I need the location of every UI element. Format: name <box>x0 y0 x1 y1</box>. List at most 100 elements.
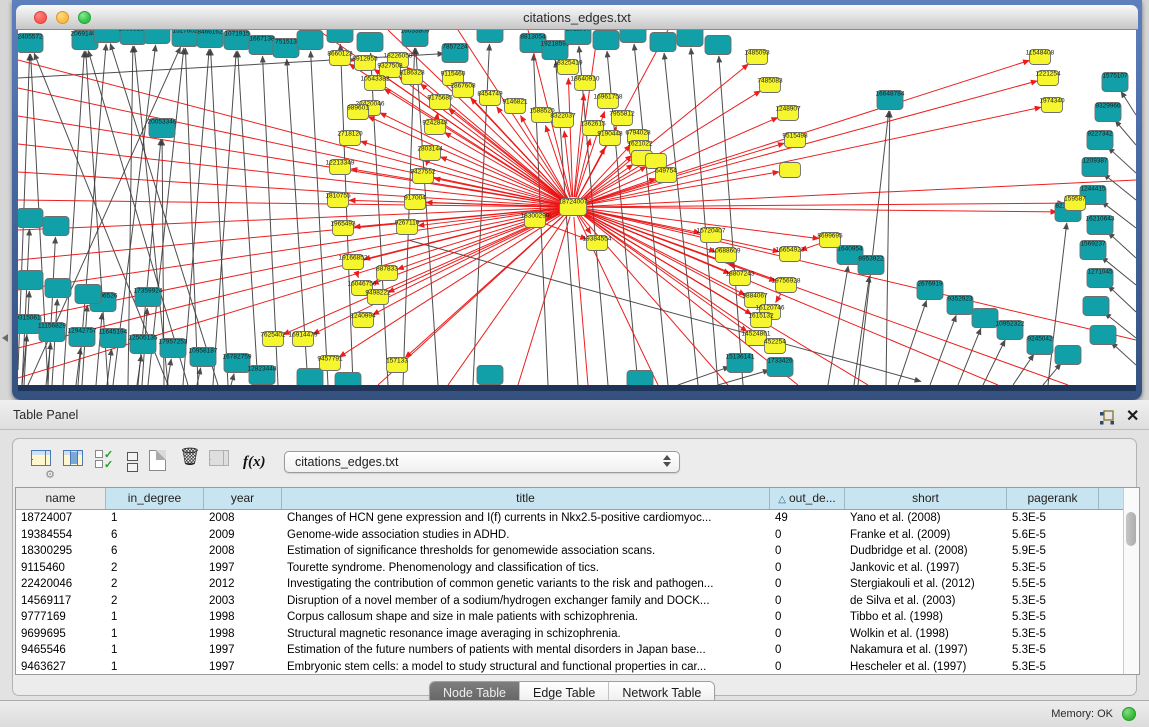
network-node[interactable]: 10958187 <box>189 348 218 367</box>
table-cell[interactable]: Estimation of significance thresholds fo… <box>282 543 770 560</box>
network-node[interactable]: 1248907 <box>775 106 801 121</box>
network-node[interactable]: 18300295 <box>521 213 550 228</box>
table-cell[interactable]: Structural magnetic resonance image aver… <box>282 626 770 643</box>
network-node[interactable] <box>144 30 170 44</box>
network-node[interactable]: 649754 <box>655 168 677 183</box>
network-node[interactable]: 9146821 <box>502 99 528 114</box>
network-node[interactable]: 157133 <box>386 358 408 373</box>
network-node[interactable] <box>297 369 323 386</box>
table-cell[interactable]: Genome-wide association studies in ADHD. <box>282 527 770 544</box>
network-node[interactable]: 9267110 <box>395 220 420 235</box>
network-node[interactable]: 8454749 <box>477 91 503 106</box>
table-cell[interactable]: Yano et al. (2008) <box>845 510 1007 527</box>
network-node[interactable] <box>327 30 353 43</box>
table-select-dropdown[interactable]: citations_edges.txt <box>284 451 680 473</box>
network-node[interactable]: 1965493 <box>330 221 356 236</box>
network-node[interactable] <box>18 209 43 228</box>
table-cell[interactable]: 1998 <box>204 609 282 626</box>
network-node[interactable]: 10688609 <box>712 248 741 263</box>
table-cell[interactable]: 2009 <box>204 527 282 544</box>
table-cell[interactable]: Hescheler et al. (1997) <box>845 659 1007 676</box>
table-cell[interactable]: 9115460 <box>16 560 106 577</box>
table-cell[interactable]: 2003 <box>204 593 282 610</box>
table-cell[interactable]: 5.3E-5 <box>1007 609 1099 626</box>
network-node[interactable]: 17359924 <box>134 288 163 307</box>
table-cell[interactable]: 1997 <box>204 659 282 676</box>
table-cell[interactable]: Tibbo et al. (1998) <box>845 609 1007 626</box>
table-cell[interactable]: 5.3E-5 <box>1007 659 1099 676</box>
function-builder-icon[interactable]: f(x) <box>243 453 266 479</box>
network-node[interactable]: 9245042 <box>1027 336 1053 355</box>
network-node[interactable]: 8186328 <box>399 70 425 85</box>
network-node[interactable]: 11548408 <box>1026 50 1055 65</box>
network-node[interactable] <box>1090 326 1116 345</box>
table-row[interactable]: 946362711997Embryonic stem cells: a mode… <box>16 659 1139 676</box>
table-cell[interactable]: Jankovic et al. (1997) <box>845 560 1007 577</box>
network-node[interactable]: 8660123 <box>327 51 353 66</box>
row-height-icon[interactable] <box>127 452 138 478</box>
network-node[interactable]: 1221254 <box>1035 71 1061 86</box>
network-node[interactable]: 9352923 <box>947 296 973 315</box>
network-node[interactable]: 1733426 <box>767 358 793 377</box>
network-node[interactable]: 8699695 <box>817 233 843 248</box>
network-node[interactable]: 9190448 <box>597 131 623 146</box>
table-cell[interactable]: Corpus callosum shape and size in male p… <box>282 609 770 626</box>
network-node[interactable]: 12823448 <box>248 366 277 385</box>
network-node[interactable]: 1527602 <box>172 30 198 47</box>
memory-ok-indicator-icon[interactable] <box>1122 707 1136 721</box>
network-node[interactable] <box>677 30 703 47</box>
table-row[interactable]: 977716911998Corpus callosum shape and si… <box>16 609 1139 626</box>
table-cell[interactable]: Franke et al. (2009) <box>845 527 1007 544</box>
network-node[interactable]: 9427552 <box>410 169 436 184</box>
table-cell[interactable]: 0 <box>770 626 845 643</box>
network-node[interactable]: 2867608 <box>450 83 476 98</box>
column-header-name[interactable]: name <box>16 488 106 509</box>
table-cell[interactable]: 1 <box>106 609 204 626</box>
network-node[interactable]: 16210643 <box>1086 216 1115 235</box>
network-node[interactable]: 16914479 <box>289 332 318 347</box>
network-node[interactable] <box>593 31 619 50</box>
table-cell[interactable]: 6 <box>106 527 204 544</box>
network-node[interactable]: 15136141 <box>726 354 755 373</box>
network-node[interactable]: 9329966 <box>1095 103 1121 122</box>
column-header-outde[interactable]: △out_de... <box>770 488 845 509</box>
network-node[interactable]: 7955812 <box>609 111 635 126</box>
network-node[interactable]: 887833 <box>376 266 398 281</box>
table-cell[interactable]: 1997 <box>204 642 282 659</box>
network-graph[interactable]: 1872400724055722069140610653257152760284… <box>18 30 1136 385</box>
network-node[interactable] <box>620 30 646 43</box>
network-node[interactable]: 2803144 <box>417 146 443 161</box>
network-node[interactable] <box>357 33 383 52</box>
table-cell[interactable]: Estimation of the future numbers of pati… <box>282 642 770 659</box>
table-cell[interactable]: 2 <box>106 576 204 593</box>
network-node[interactable] <box>43 217 69 236</box>
network-node[interactable]: 18724007 <box>559 199 588 216</box>
table-settings-icon[interactable]: ⚙ <box>31 450 51 476</box>
network-node[interactable]: 19166852 <box>339 255 368 270</box>
table-cell[interactable]: Embryonic stem cells: a model to study s… <box>282 659 770 676</box>
network-node[interactable]: 1810755 <box>325 193 351 208</box>
network-node[interactable]: 16648784 <box>876 91 905 110</box>
table-cell[interactable]: 1 <box>106 510 204 527</box>
network-node[interactable]: 1071915 <box>224 31 250 50</box>
table-cell[interactable]: 5.6E-5 <box>1007 527 1099 544</box>
table-row[interactable]: 1830029562008Estimation of significance … <box>16 543 1139 560</box>
network-node[interactable] <box>297 31 323 50</box>
network-node[interactable]: 1615132 <box>748 313 774 328</box>
table-cell[interactable]: 5.3E-5 <box>1007 560 1099 577</box>
network-node[interactable]: 751513 <box>273 39 299 58</box>
table-cell[interactable]: 2 <box>106 593 204 610</box>
table-cell[interactable]: 6 <box>106 543 204 560</box>
network-node[interactable]: 9227342 <box>1087 131 1113 150</box>
network-node[interactable]: 2676919 <box>917 281 943 300</box>
network-node[interactable]: 10543382 <box>361 76 390 91</box>
table-cell[interactable]: Investigating the contribution of common… <box>282 576 770 593</box>
network-node[interactable]: 1569237 <box>1080 241 1106 260</box>
network-node[interactable]: 17957253 <box>159 339 188 358</box>
table-cell[interactable]: 0 <box>770 543 845 560</box>
table-cell[interactable]: Changes of HCN gene expression and I(f) … <box>282 510 770 527</box>
table-cell[interactable]: Stergiakouli et al. (2012) <box>845 576 1007 593</box>
table-cell[interactable]: 1997 <box>204 560 282 577</box>
network-node[interactable]: 8912955 <box>352 56 378 71</box>
network-node[interactable] <box>45 279 71 298</box>
